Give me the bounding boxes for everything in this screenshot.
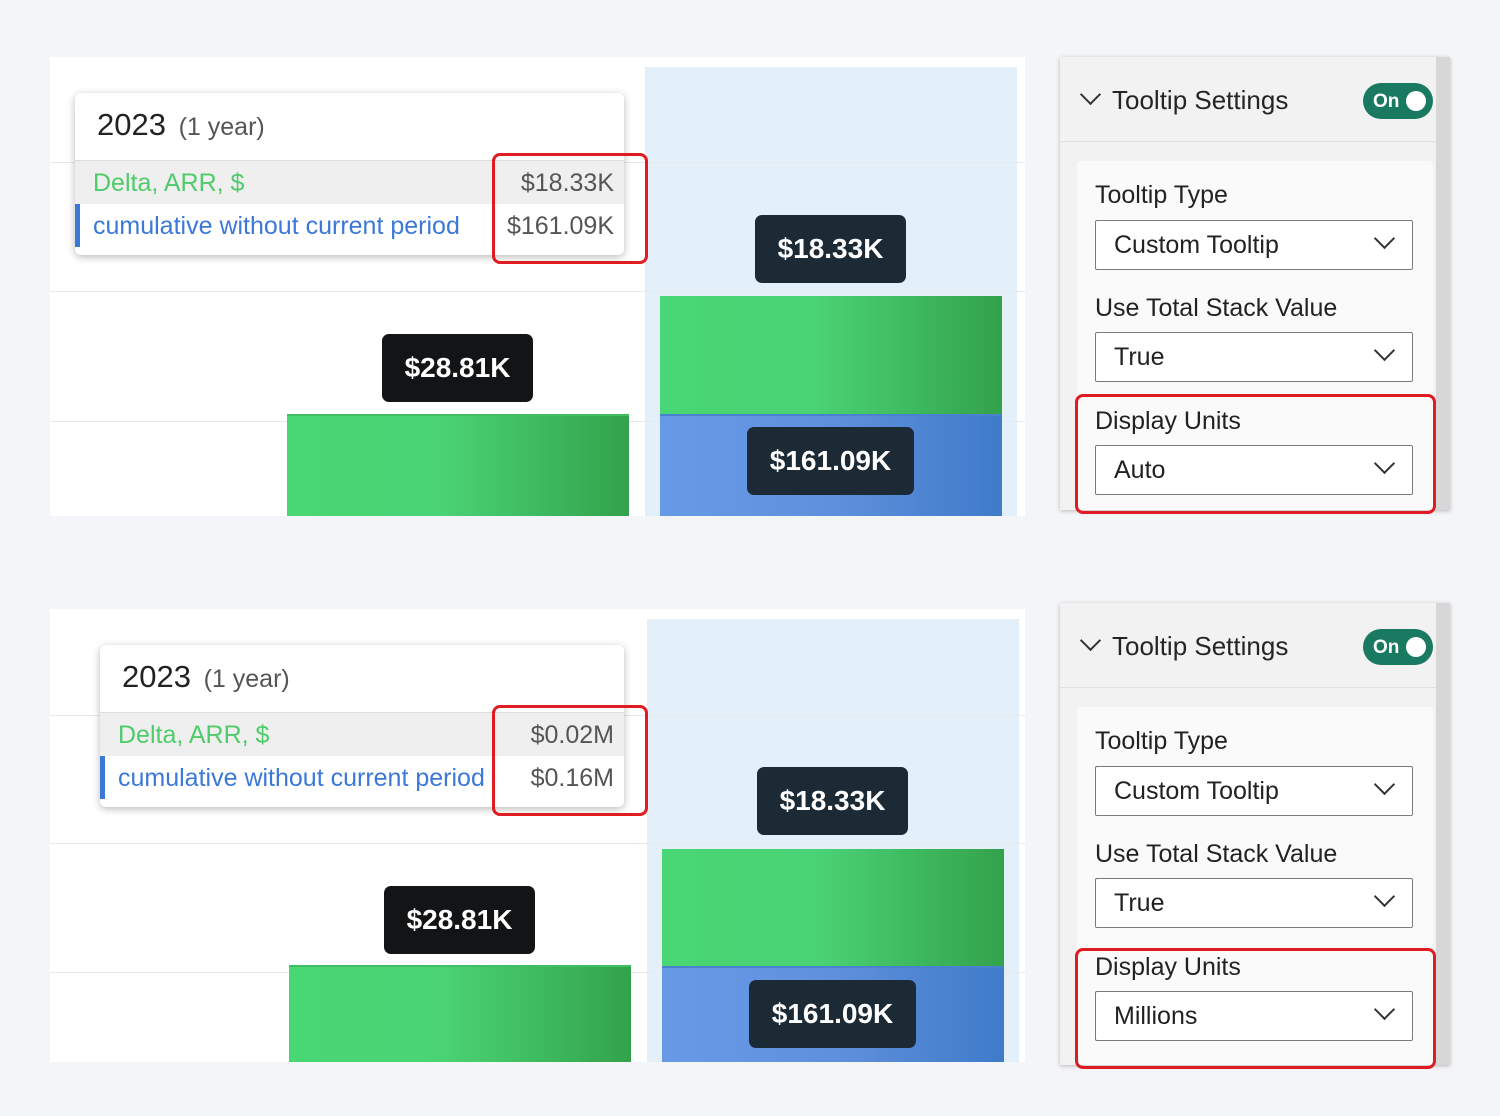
toggle-label: On: [1373, 91, 1400, 112]
toggle-knob: [1406, 91, 1426, 111]
chevron-down-icon: [1373, 885, 1396, 908]
gridline: [50, 843, 1025, 844]
chevron-down-icon: [1373, 773, 1396, 796]
total-stack-label: Use Total Stack Value: [1095, 294, 1338, 322]
data-label-right-bottom: $161.09K: [747, 427, 914, 495]
tooltip-year: 2023: [97, 107, 166, 142]
tooltip-row-name: cumulative without current period: [118, 764, 485, 792]
total-stack-select[interactable]: True: [1095, 332, 1413, 382]
tooltip-settings-header[interactable]: Tooltip Settings On: [1060, 57, 1436, 142]
chevron-down-icon: [1373, 339, 1396, 362]
tooltip-type-label: Tooltip Type: [1095, 727, 1228, 755]
bar-delta-right[interactable]: [662, 849, 1004, 966]
section-auto: $28.81K $18.33K $161.09K 2023 (1 year) D…: [0, 0, 1500, 560]
data-label-right-top: $18.33K: [757, 767, 908, 835]
tooltip-period: (1 year): [203, 665, 290, 693]
data-label-right-top: $18.33K: [755, 215, 906, 283]
toggle-label: On: [1373, 637, 1400, 658]
panel-scrollbar[interactable]: [1436, 603, 1450, 1065]
tooltip-year: 2023: [122, 659, 191, 694]
data-label-right-bottom: $161.09K: [749, 980, 916, 1048]
tooltip-row-name: Delta, ARR, $: [93, 169, 245, 197]
select-value: True: [1114, 889, 1165, 917]
bar-delta-left[interactable]: [289, 965, 631, 1062]
highlight-box-values: [492, 153, 648, 264]
tooltip-row-name: Delta, ARR, $: [118, 721, 270, 749]
highlight-box-values: [492, 705, 648, 816]
tooltip-period: (1 year): [178, 113, 265, 141]
tooltip-settings-header[interactable]: Tooltip Settings On: [1060, 603, 1436, 688]
section-title: Tooltip Settings: [1112, 631, 1289, 661]
section-title: Tooltip Settings: [1112, 85, 1289, 115]
select-value: Custom Tooltip: [1114, 231, 1279, 259]
gridline: [50, 291, 1025, 292]
chart-visual: $28.81K $18.33K $161.09K 2023 (1 year) D…: [50, 57, 1025, 516]
tooltip-title: 2023 (1 year): [122, 659, 290, 695]
data-label-left: $28.81K: [384, 886, 535, 954]
tooltip-toggle[interactable]: On: [1363, 629, 1433, 665]
tooltip-type-select[interactable]: Custom Tooltip: [1095, 766, 1413, 816]
bar-delta-left[interactable]: [287, 414, 629, 516]
bar-delta-right[interactable]: [660, 296, 1002, 414]
data-label-left: $28.81K: [382, 334, 533, 402]
chevron-down-icon[interactable]: [1079, 629, 1102, 652]
select-value: True: [1114, 343, 1165, 371]
total-stack-select[interactable]: True: [1095, 878, 1413, 928]
select-value: Custom Tooltip: [1114, 777, 1279, 805]
chart-visual: $28.81K $18.33K $161.09K 2023 (1 year) D…: [50, 609, 1025, 1062]
highlight-box-display-units: [1075, 948, 1436, 1069]
highlight-box-display-units: [1075, 394, 1436, 514]
chevron-down-icon: [1373, 227, 1396, 250]
toggle-knob: [1406, 637, 1426, 657]
tooltip-row-name: cumulative without current period: [93, 212, 460, 240]
tooltip-toggle[interactable]: On: [1363, 83, 1433, 119]
panel-scrollbar[interactable]: [1436, 57, 1450, 510]
tooltip-title: 2023 (1 year): [97, 107, 265, 143]
tooltip-type-label: Tooltip Type: [1095, 181, 1228, 209]
chevron-down-icon[interactable]: [1079, 83, 1102, 106]
tooltip-type-select[interactable]: Custom Tooltip: [1095, 220, 1413, 270]
section-millions: $28.81K $18.33K $161.09K 2023 (1 year) D…: [0, 552, 1500, 1112]
total-stack-label: Use Total Stack Value: [1095, 840, 1338, 868]
